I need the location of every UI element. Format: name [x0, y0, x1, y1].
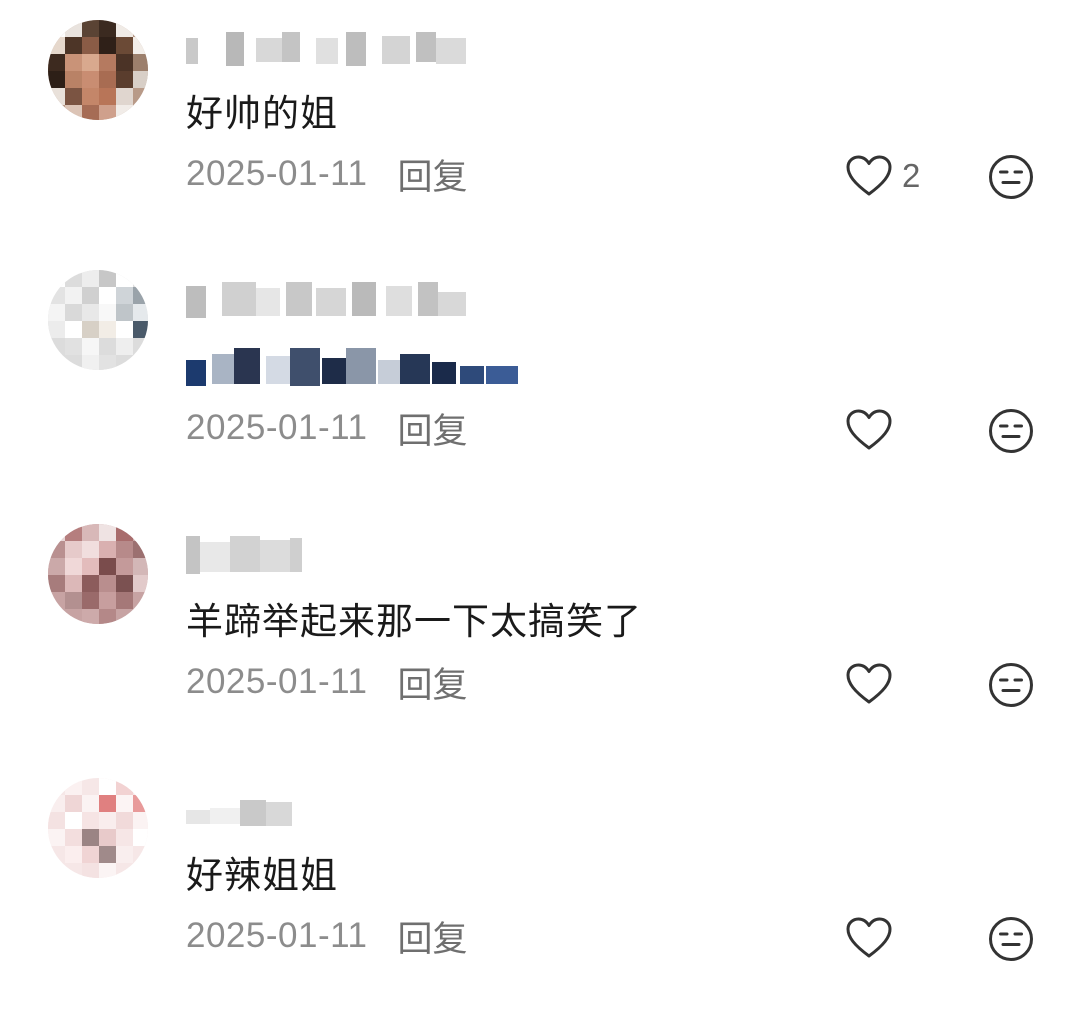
avatar[interactable]: [48, 20, 148, 120]
neutral-face-icon[interactable]: [988, 916, 1034, 962]
comment-text: 好帅的姐: [186, 92, 338, 135]
comment-meta: 2025-01-11 回复: [186, 658, 467, 706]
reply-button[interactable]: 回复: [397, 149, 467, 200]
avatar[interactable]: [48, 524, 148, 624]
username-obscured[interactable]: [186, 282, 506, 318]
heart-outline-icon: [846, 663, 892, 704]
heart-outline-icon: [846, 409, 892, 450]
comment-date: 2025-01-11: [186, 154, 368, 193]
neutral-face-icon[interactable]: [988, 408, 1034, 454]
comment-item: 羊蹄举起来那一下太搞笑了 2025-01-11 回复: [0, 508, 1080, 762]
username-obscured[interactable]: [186, 32, 506, 66]
heart-outline-icon: [846, 917, 892, 958]
like-button[interactable]: [846, 660, 892, 708]
like-button[interactable]: 2: [846, 152, 920, 200]
like-count: 2: [902, 157, 921, 194]
comment-text-obscured: [186, 348, 546, 388]
comment-text: 好辣姐姐: [186, 854, 338, 897]
avatar[interactable]: [48, 778, 148, 878]
like-button[interactable]: [846, 914, 892, 962]
username-obscured[interactable]: [186, 536, 506, 574]
like-button[interactable]: [846, 406, 892, 454]
comment-text: 羊蹄举起来那一下太搞笑了: [186, 600, 642, 643]
username-obscured[interactable]: [186, 798, 506, 832]
comment-meta: 2025-01-11 回复: [186, 404, 467, 452]
reply-button[interactable]: 回复: [397, 403, 467, 454]
neutral-face-icon[interactable]: [988, 662, 1034, 708]
comment-date: 2025-01-11: [186, 662, 368, 701]
reply-button[interactable]: 回复: [397, 657, 467, 708]
avatar[interactable]: [48, 270, 148, 370]
comment-meta: 2025-01-11 回复: [186, 912, 467, 960]
heart-outline-icon: [846, 155, 892, 196]
comment-meta: 2025-01-11 回复: [186, 150, 467, 198]
comment-date: 2025-01-11: [186, 916, 368, 955]
comment-item: 2025-01-11 回复: [0, 254, 1080, 508]
comment-date: 2025-01-11: [186, 408, 368, 447]
reply-button[interactable]: 回复: [397, 911, 467, 962]
neutral-face-icon[interactable]: [988, 154, 1034, 200]
comment-item: 好辣姐姐 2025-01-11 回复: [0, 762, 1080, 1016]
comment-item: 好帅的姐 2025-01-11 回复 2: [0, 0, 1080, 254]
